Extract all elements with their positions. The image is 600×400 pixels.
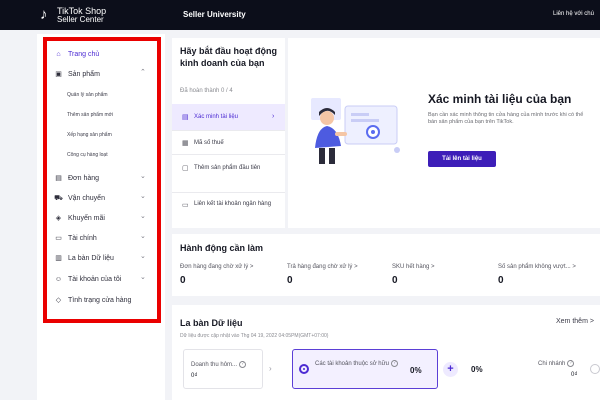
metric-owned-accounts[interactable]: Các tài khoản thuộc sở hữu? 0%: [292, 349, 438, 389]
highlight-outline: [43, 37, 161, 323]
verification-illustration: [311, 98, 400, 164]
step-verify-documents[interactable]: ▤ Xác minh tài liệu: [172, 104, 285, 130]
metric-percent: 0%: [471, 365, 483, 374]
tiktok-shop-logo[interactable]: ♪ TikTok Shop Seller Center: [40, 6, 130, 26]
action-value: 0: [498, 275, 504, 286]
action-out-of-stock[interactable]: SKU hết hàng >: [392, 264, 435, 270]
metric-revenue-today[interactable]: Doanh thu hôm...? 0₫: [183, 349, 263, 389]
actions-title: Hành động cần làm: [180, 243, 264, 253]
bank-icon: ▭: [182, 202, 189, 209]
help-icon: ?: [391, 360, 398, 367]
add-metric-button[interactable]: +: [443, 362, 458, 377]
metric-label-text: Các tài khoản thuộc sở hữu: [315, 361, 389, 368]
step-label: Liên kết tài khoản ngân hàng: [194, 201, 272, 207]
help-icon: ?: [239, 361, 247, 368]
upload-documents-button[interactable]: Tải lên tài liệu: [428, 151, 496, 167]
contact-link[interactable]: Liên hệ với chú: [553, 11, 594, 17]
data-updated-time: Dữ liệu được cập nhật vào Thg 04 19, 202…: [180, 333, 329, 339]
metric-value: 0₫: [191, 373, 198, 379]
verify-title: Xác minh tài liệu của bạn: [428, 92, 572, 106]
action-value: 0: [180, 275, 186, 286]
document-icon: ▤: [182, 114, 189, 121]
tiktok-logo-icon: ♪: [40, 6, 48, 23]
step-first-product[interactable]: ▢ Thêm sản phẩm đầu tiên: [172, 154, 285, 192]
step-link-bank[interactable]: ▭ Liên kết tài khoản ngân hàng: [172, 192, 285, 228]
toggle-circle[interactable]: [590, 364, 600, 374]
action-value: 0: [392, 275, 398, 286]
help-icon: ?: [567, 360, 575, 367]
action-pending-returns[interactable]: Trả hàng đang chờ xử lý >: [287, 264, 358, 270]
step-label: Mã số thuế: [194, 140, 224, 146]
seller-university-link[interactable]: Seller University: [183, 10, 246, 19]
metric-value: 0₫: [571, 372, 578, 378]
product-icon: ▢: [182, 165, 189, 172]
action-value: 0: [287, 275, 293, 286]
metric-branch[interactable]: Chi nhánh? 0₫: [525, 352, 595, 388]
logo-sub-text: Seller Center: [57, 15, 104, 24]
see-more-link[interactable]: Xem thêm >: [556, 318, 594, 325]
step-label: Xác minh tài liệu: [194, 114, 239, 120]
step-label: Thêm sản phẩm đầu tiên: [194, 165, 261, 171]
chevron-right-icon: ›: [272, 113, 275, 120]
data-compass-title: La bàn Dữ liệu: [180, 318, 243, 328]
tax-icon: ▦: [182, 140, 189, 147]
onboarding-progress: Đã hoàn thành 0 / 4: [180, 88, 233, 94]
metric-percent: 0%: [410, 366, 422, 375]
metric-label: Các tài khoản thuộc sở hữu?: [315, 360, 398, 367]
metric-label-text: Chi nhánh: [538, 361, 566, 368]
selected-radio-icon[interactable]: [299, 364, 309, 374]
action-products-flagged[interactable]: Số sản phẩm không vượt... >: [498, 264, 576, 270]
action-pending-orders[interactable]: Đơn hàng đang chờ xử lý >: [180, 264, 253, 270]
metric-label: Chi nhánh?: [538, 360, 575, 368]
chevron-right-icon: ›: [269, 364, 272, 373]
metric-label: Doanh thu hôm...?: [191, 361, 247, 369]
verify-description: Bạn cần xác minh thông tin cửa hàng của …: [428, 112, 584, 125]
step-tax-code[interactable]: ▦ Mã số thuế: [172, 130, 285, 154]
metric-label-text: Doanh thu hôm...: [191, 362, 238, 369]
onboarding-title: Hãy bắt đầu hoạt động kinh doanh của bạn: [180, 46, 278, 68]
